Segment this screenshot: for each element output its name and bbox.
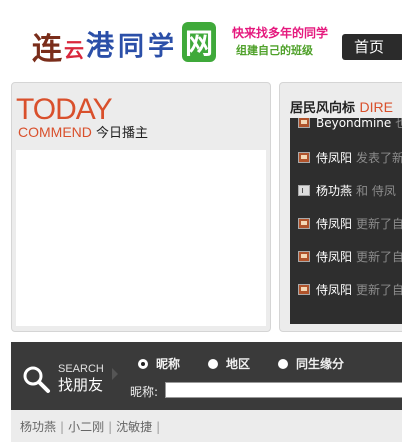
feed-user[interactable]: 侍凤阳 — [316, 250, 352, 264]
today-subtitle-cn: 今日播主 — [96, 126, 149, 141]
feed-item[interactable]: 侍凤阳 发表了新 — [298, 149, 402, 167]
radio-birth-match[interactable]: 同生缘分 — [278, 355, 344, 372]
image-icon — [298, 284, 310, 295]
friend-link[interactable]: 沈敏捷 — [116, 420, 152, 434]
today-content-area — [16, 150, 266, 326]
feed-user[interactable]: 侍凤阳 — [316, 283, 352, 297]
feed-action: 更新了自 — [356, 283, 402, 297]
feed-item[interactable]: 侍凤阳 更新了自 — [298, 248, 402, 266]
separator: | — [60, 420, 65, 434]
radio-label: 昵称 — [156, 357, 181, 371]
radio-region[interactable]: 地区 — [208, 355, 250, 372]
logo-char-4: 同 — [118, 32, 145, 62]
logo-char-5: 学 — [148, 32, 175, 62]
logo-char-1: 连 — [32, 32, 62, 67]
slogan-line-1: 快来找多年的同学 — [232, 26, 329, 40]
feed-item[interactable]: Beyondmine 也 — [298, 118, 402, 132]
radio-label: 同生缘分 — [296, 357, 345, 371]
nav-home-button[interactable]: 首页 — [342, 34, 402, 60]
feed-user[interactable]: 杨功燕 — [316, 184, 352, 198]
feed-item[interactable]: 侍凤阳 更新了自 — [298, 281, 402, 299]
doc-icon — [298, 185, 310, 196]
image-icon — [298, 218, 310, 229]
logo-char-2: 云 — [64, 38, 84, 62]
arrow-right-icon — [112, 368, 118, 380]
direction-title-cn: 居民风向标 — [290, 101, 356, 116]
radio-nickname[interactable]: 昵称 — [138, 355, 180, 372]
friend-link[interactable]: 小二刚 — [68, 420, 104, 434]
radio-dot[interactable] — [278, 359, 288, 369]
feed-user[interactable]: 侍凤阳 — [316, 151, 352, 165]
radio-dot[interactable] — [208, 359, 218, 369]
search-label-cn: 找朋友 — [58, 376, 104, 394]
image-icon — [298, 118, 310, 128]
search-icon — [23, 366, 50, 393]
today-subtitle-en: COMMEND — [18, 124, 92, 140]
feed-action: 也 — [395, 118, 402, 130]
radio-label: 地区 — [226, 357, 251, 371]
logo-char-6: 网 — [182, 22, 217, 62]
nickname-label: 昵称: — [130, 385, 159, 399]
nickname-input[interactable] — [165, 382, 402, 398]
feed-user[interactable]: Beyondmine — [316, 118, 391, 130]
today-title: TODAY — [16, 93, 113, 126]
feed-item[interactable]: 杨功燕和 侍凤 — [298, 182, 396, 200]
radio-dot-selected[interactable] — [138, 359, 148, 369]
feed-action: 发表了新 — [356, 151, 402, 165]
image-icon — [298, 251, 310, 262]
site-logo[interactable]: 连 云 港 同 学 网 — [20, 20, 230, 67]
direction-title: 居民风向标 DIRE — [290, 97, 393, 116]
feed-item[interactable]: 侍凤阳 更新了自 — [298, 215, 402, 233]
feed-action: 更新了自 — [356, 250, 402, 264]
direction-title-en: DIRE — [359, 99, 393, 115]
feed-user[interactable]: 侍凤阳 — [316, 217, 352, 231]
feed-action: 更新了自 — [356, 217, 402, 231]
logo-char-3: 港 — [86, 29, 115, 62]
separator: | — [156, 420, 161, 434]
image-icon — [298, 152, 310, 163]
feed-action: 和 侍凤 — [356, 184, 396, 198]
slogan-line-2: 组建自己的班级 — [236, 44, 313, 57]
friend-link[interactable]: 杨功燕 — [20, 420, 56, 434]
activity-feed[interactable]: Beyondmine 也 侍凤阳 发表了新 杨功燕和 侍凤 侍凤阳 更新了自 侍凤阳更… — [290, 118, 402, 324]
separator: | — [108, 420, 113, 434]
today-subtitle: COMMEND 今日播主 — [18, 124, 148, 142]
friend-links: 杨功燕 | 小二刚 | 沈敏捷 | — [20, 418, 164, 435]
